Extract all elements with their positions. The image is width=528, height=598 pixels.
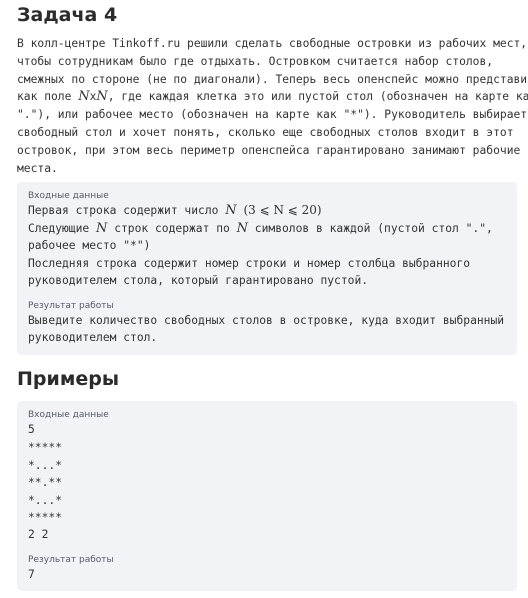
statement-line: "."), или рабочее место (обозначен на ка… bbox=[17, 108, 528, 121]
statement-line: свободный стол и хочет понять, сколько е… bbox=[17, 126, 514, 139]
example-input-line: *...* bbox=[28, 494, 63, 507]
examples-title: Примеры bbox=[17, 368, 120, 390]
input-label: Входные данные bbox=[28, 191, 109, 201]
example-input-line: 2 2 bbox=[28, 528, 49, 541]
example-output-label: Результат работы bbox=[28, 555, 114, 565]
page-title: Задача 4 bbox=[17, 4, 118, 26]
example-input-line: ***** bbox=[28, 511, 63, 524]
statement-line: чтобы сотрудникам было где отдыхать. Ост… bbox=[17, 55, 494, 68]
statement-line: места. bbox=[17, 162, 58, 175]
example-input-line: 5 bbox=[28, 423, 35, 436]
output-label: Результат работы bbox=[28, 301, 114, 311]
output-spec-line: руководителем стол. bbox=[28, 331, 158, 344]
statement-line: смежных по стороне (не по диагонали). Те… bbox=[17, 73, 528, 86]
input-spec-line: Последняя строка содержит номер строки и… bbox=[28, 257, 471, 270]
statement-line: В колл-центре Tinkoff.ru решили сделать … bbox=[17, 37, 528, 50]
input-spec-line: рабочее место "*") bbox=[28, 239, 151, 252]
example-box: Входные данные 5 ***** *...* **.** *...*… bbox=[17, 401, 517, 591]
statement-line: как поле NxN, где каждая клетка это или … bbox=[17, 89, 528, 104]
example-output-value: 7 bbox=[28, 568, 35, 581]
input-spec-line: Первая строка содержит число N (3 ⩽ N ⩽ … bbox=[28, 203, 322, 218]
example-input-line: *...* bbox=[28, 459, 63, 472]
statement-line: островок, при этом весь периметр опенспе… bbox=[17, 144, 521, 157]
input-spec-line: Следующие N строк содержат по N символов… bbox=[28, 221, 493, 236]
example-input-line: ***** bbox=[28, 441, 63, 454]
io-spec-box: Входные данные Первая строка содержит чи… bbox=[17, 182, 517, 355]
task-page: Задача 4 В колл-центре Tinkoff.ru решили… bbox=[0, 0, 528, 598]
input-spec-line: руководителем стола, который гарантирова… bbox=[28, 274, 369, 287]
example-input-label: Входные данные bbox=[28, 410, 109, 420]
example-input-line: **.** bbox=[28, 476, 63, 489]
output-spec-line: Выведите количество свободных столов в о… bbox=[28, 314, 505, 327]
